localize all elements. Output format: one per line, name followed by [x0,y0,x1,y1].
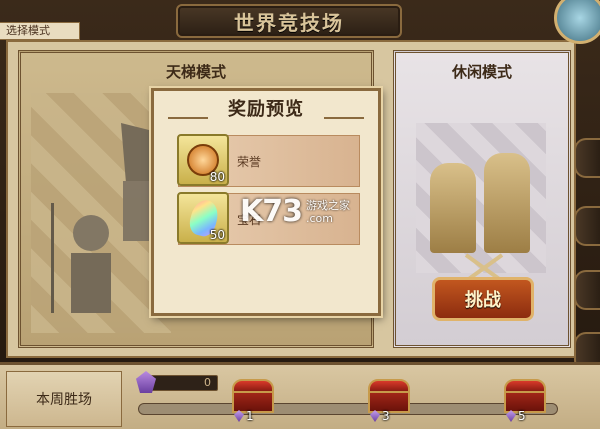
side-tab-top[interactable] [574,138,600,178]
watermark-line2: .com [306,211,333,225]
chest-threshold-5: 5 [506,409,526,423]
watermark-line1: 游戏之家 [306,198,350,212]
golden-chess-art [416,123,546,273]
knight-statue-icon [51,123,161,313]
arena-screen: 选择模式 天梯模式 休闲模式 挑战 世界竞技场 奖励预览 80 荣誉 50 宝石… [0,0,600,429]
honor-medal-icon: 80 [177,134,229,186]
side-tab-lower[interactable] [574,270,600,310]
chest-threshold-3: 3 [370,409,390,423]
site-watermark: K73 游戏之家 .com [240,194,350,229]
chest-threshold-value: 3 [382,409,390,423]
challenge-button-label: 挑战 [465,290,501,311]
purple-gem-icon [370,410,380,422]
purple-gem-icon [234,410,244,422]
weekly-wins-label-box: 本周胜场 [6,371,122,427]
weekly-wins-label: 本周胜场 [36,392,92,408]
weekly-wins-bar: 本周胜场 0 1 3 5 [0,362,600,429]
side-tab-middle[interactable] [574,206,600,246]
ladder-mode-header: 天梯模式 [21,53,371,89]
mode-select-label: 选择模式 [0,22,80,40]
weekly-progress-track [138,403,558,415]
casual-mode-label: 休闲模式 [451,62,512,81]
reward-count: 80 [209,170,225,184]
rainbow-gem-icon: 50 [177,192,229,244]
watermark-logo: K73 [240,194,303,229]
chest-threshold-value: 5 [518,409,526,423]
reward-chest-1[interactable] [232,379,274,413]
weekly-wins-counter: 0 [148,375,218,391]
reward-name: 荣誉 [237,155,262,169]
chest-threshold-1: 1 [234,409,254,423]
reward-preview-title: 奖励预览 [228,99,304,120]
reward-count: 50 [209,228,225,242]
purple-gem-icon [506,410,516,422]
page-title-plate: 世界竞技场 [176,4,402,38]
casual-mode-header: 休闲模式 [396,53,568,89]
page-title: 世界竞技场 [234,10,344,35]
chest-threshold-value: 1 [246,409,254,423]
reward-item-honor: 80 荣誉 [177,134,360,187]
challenge-button[interactable]: 挑战 [432,277,534,321]
chess-pieces-art [31,93,171,333]
weekly-wins-value: 0 [204,376,211,389]
gold-knight-icon [430,163,476,253]
reward-chest-5[interactable] [504,379,546,413]
reward-chest-3[interactable] [368,379,410,413]
crossed-swords-emblem-icon[interactable] [554,0,600,44]
ladder-mode-label: 天梯模式 [165,62,226,81]
gold-bishop-icon [484,153,530,253]
casual-mode-panel[interactable]: 休闲模式 挑战 [393,50,571,348]
